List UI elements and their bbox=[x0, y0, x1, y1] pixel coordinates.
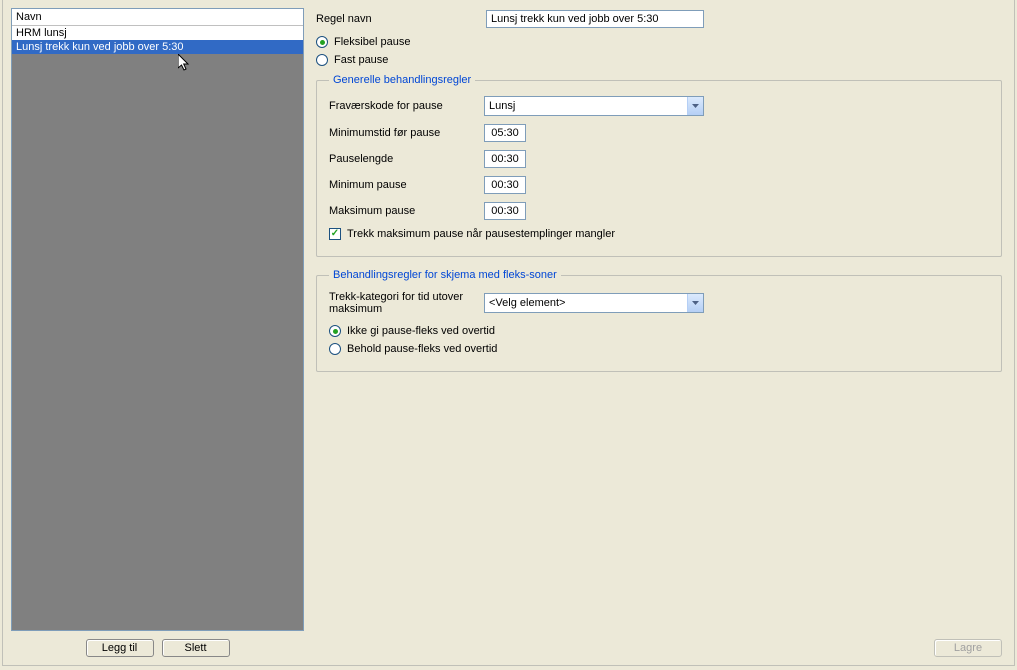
add-button[interactable]: Legg til bbox=[86, 639, 154, 657]
fravaerskode-select[interactable]: Lunsj bbox=[484, 96, 704, 116]
radio-label: Fast pause bbox=[334, 54, 388, 66]
trekk-maksimum-checkbox[interactable]: Trekk maksimum pause når pausestemplinge… bbox=[329, 228, 989, 240]
radio-icon bbox=[329, 325, 341, 337]
radio-label: Fleksibel pause bbox=[334, 36, 410, 48]
rule-name-label: Regel navn bbox=[316, 13, 486, 25]
rule-name-input[interactable] bbox=[486, 10, 704, 28]
radio-label: Ikke gi pause-fleks ved overtid bbox=[347, 325, 495, 337]
minimumstid-label: Minimumstid før pause bbox=[329, 127, 484, 139]
chevron-down-icon bbox=[687, 294, 703, 312]
pauselengde-label: Pauselengde bbox=[329, 153, 484, 165]
checkbox-icon bbox=[329, 228, 341, 240]
rule-listbox[interactable]: Navn HRM lunsj Lunsj trekk kun ved jobb … bbox=[11, 8, 304, 631]
radio-fast-pause[interactable]: Fast pause bbox=[316, 54, 1002, 66]
radio-fleksibel-pause[interactable]: Fleksibel pause bbox=[316, 36, 1002, 48]
minimum-pause-input[interactable] bbox=[484, 176, 526, 194]
fieldset-fleks-soner: Behandlingsregler for skjema med fleks-s… bbox=[316, 269, 1002, 372]
select-value: Lunsj bbox=[489, 100, 515, 112]
listbox-header: Navn bbox=[12, 9, 303, 26]
fravaerskode-label: Fraværskode for pause bbox=[329, 100, 484, 112]
minimum-pause-label: Minimum pause bbox=[329, 179, 484, 191]
pauselengde-input[interactable] bbox=[484, 150, 526, 168]
save-button[interactable]: Lagre bbox=[934, 639, 1002, 657]
radio-icon bbox=[316, 54, 328, 66]
trekk-kategori-select[interactable]: <Velg element> bbox=[484, 293, 704, 313]
radio-icon bbox=[316, 36, 328, 48]
select-value: <Velg element> bbox=[489, 297, 565, 309]
maksimum-pause-label: Maksimum pause bbox=[329, 205, 484, 217]
fieldset-legend: Behandlingsregler for skjema med fleks-s… bbox=[329, 269, 561, 281]
radio-icon bbox=[329, 343, 341, 355]
maksimum-pause-input[interactable] bbox=[484, 202, 526, 220]
checkbox-label: Trekk maksimum pause når pausestemplinge… bbox=[347, 228, 615, 240]
list-item[interactable]: Lunsj trekk kun ved jobb over 5:30 bbox=[12, 40, 303, 54]
fieldset-legend: Generelle behandlingsregler bbox=[329, 74, 475, 86]
list-item[interactable]: HRM lunsj bbox=[12, 26, 303, 40]
radio-ikke-gi-pausefleks[interactable]: Ikke gi pause-fleks ved overtid bbox=[329, 325, 989, 337]
trekk-kategori-label: Trekk-kategori for tid utover maksimum bbox=[329, 291, 484, 315]
chevron-down-icon bbox=[687, 97, 703, 115]
fieldset-generelle: Generelle behandlingsregler Fraværskode … bbox=[316, 74, 1002, 257]
delete-button[interactable]: Slett bbox=[162, 639, 230, 657]
radio-label: Behold pause-fleks ved overtid bbox=[347, 343, 497, 355]
radio-behold-pausefleks[interactable]: Behold pause-fleks ved overtid bbox=[329, 343, 989, 355]
minimumstid-input[interactable] bbox=[484, 124, 526, 142]
